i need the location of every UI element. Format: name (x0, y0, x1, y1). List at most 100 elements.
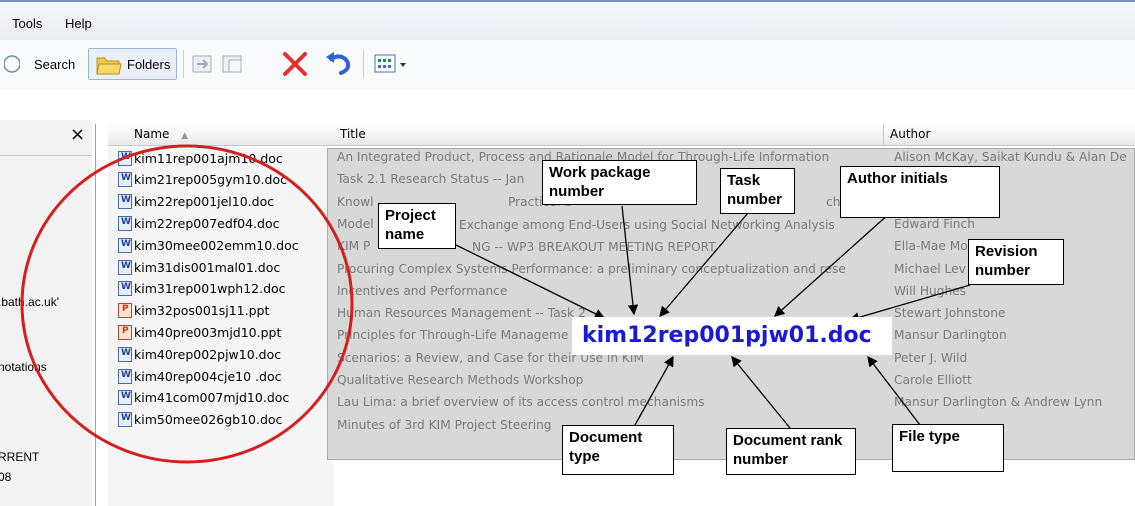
close-icon[interactable]: × (70, 124, 85, 145)
title-fragment: Exchange among End-Users using Social Ne… (459, 218, 835, 232)
toolbar-separator (363, 50, 364, 78)
file-name: kim40rep002pjw10.doc (134, 346, 282, 362)
author-cell: Peter J. Wild (894, 350, 968, 365)
column-author-label: Author (890, 127, 931, 141)
word-document-icon (118, 281, 132, 297)
author-cell: Mansur Darlington (894, 328, 1007, 343)
author-cell: Edward Finch (894, 216, 975, 231)
column-header-name[interactable]: Name ▲ (108, 124, 338, 146)
file-row[interactable]: kim41com007mjd10.doc (118, 388, 289, 408)
callout-rank: Document rank number (726, 428, 856, 475)
word-document-icon (118, 259, 132, 275)
views-icon (374, 54, 406, 73)
word-document-icon (118, 215, 132, 231)
file-name: kim31rep001wph12.doc (134, 281, 286, 297)
column-header-title[interactable]: Title (334, 124, 884, 146)
undo-icon (326, 52, 351, 75)
file-row[interactable]: kim40rep002pjw10.doc (118, 344, 281, 364)
callout-document-type: Document type (562, 425, 674, 475)
undo-button[interactable] (323, 48, 353, 80)
author-cell: Mansur Darlington & Andrew Lynn (894, 395, 1103, 410)
callout-work-package: Work package number (542, 160, 697, 205)
left-pane-text: notations (0, 360, 47, 374)
word-document-icon (118, 237, 132, 253)
author-cell: Carole Elliott (894, 373, 972, 387)
menu-bar: Tools Help (0, 0, 1135, 40)
title-cell: Incentives and Performance (337, 283, 508, 298)
delete-icon (283, 52, 307, 76)
file-row[interactable]: kim31rep001wph12.doc (118, 279, 286, 299)
callout-revision: Revision number (968, 239, 1064, 285)
author-cell: Stewart Johnstone (894, 306, 1006, 321)
menu-help[interactable]: Help (65, 16, 92, 31)
author-cell: Alison McKay, Saikat Kundu & Alan De (894, 150, 1127, 164)
chevron-down-icon (400, 63, 406, 67)
word-document-icon (118, 172, 132, 188)
callout-file-type: File type (892, 424, 1004, 472)
file-name: kim21rep005gym10.doc (134, 172, 287, 188)
callout-project: Project name (378, 203, 456, 249)
file-row[interactable]: kim40pre003mjd10.ppt (118, 322, 281, 342)
column-name-label: Name (134, 127, 170, 141)
left-pane-text: 08 (0, 470, 12, 484)
title-cell: Lau Lima: a brief overview of its access… (337, 395, 705, 410)
file-name: kim31dis001mal01.doc (134, 259, 281, 275)
file-row[interactable]: kim40rep004cje10 .doc (118, 366, 282, 386)
search-button[interactable]: Search (4, 48, 75, 80)
delete-button[interactable] (280, 48, 310, 80)
title-cell: Model (337, 216, 374, 231)
author-cell: Will Hughes (894, 283, 967, 298)
move-to-button[interactable] (190, 48, 216, 80)
folders-label: Folders (127, 56, 171, 72)
title-fragment: ch (826, 195, 841, 209)
callout-task: Task number (720, 168, 795, 214)
word-document-icon (118, 390, 132, 406)
file-row[interactable]: kim21rep005gym10.doc (118, 170, 287, 190)
file-name: kim22rep001jel10.doc (134, 194, 275, 210)
title-cell: Knowl (337, 194, 374, 209)
left-pane-text: .bath.ac.uk' (0, 295, 59, 309)
file-row[interactable]: kim11rep001ajm10.doc (118, 148, 283, 168)
title-cell: KIM P (337, 239, 371, 254)
views-button[interactable] (372, 48, 410, 80)
file-row[interactable]: kim50mee026gb10.doc (118, 410, 282, 430)
column-title-label: Title (340, 127, 366, 141)
word-document-icon (118, 346, 132, 362)
copy-to-button[interactable] (220, 48, 246, 80)
file-row[interactable]: kim32pos001sj11.ppt (118, 301, 269, 321)
left-pane: × .bath.ac.uk' notations RRENT 08 (0, 120, 92, 506)
file-name: kim22rep007edf04.doc (134, 215, 280, 231)
file-row[interactable]: kim22rep001jel10.doc (118, 192, 274, 212)
sort-ascending-icon: ▲ (181, 131, 189, 141)
file-name-column: kim11rep001ajm10.doc kim21rep005gym10.doc… (108, 148, 333, 506)
title-cell: Qualitative Research Methods Workshop (337, 373, 584, 387)
column-header-author[interactable]: Author (884, 124, 1135, 146)
folders-button[interactable]: Folders (88, 48, 178, 80)
powerpoint-file-icon (118, 324, 132, 340)
menu-tools[interactable]: Tools (12, 16, 42, 31)
file-row[interactable]: kim31dis001mal01.doc (118, 257, 280, 277)
title-cell: Procuring Complex Systems Performance: a… (337, 261, 846, 276)
file-row[interactable]: kim30mee002emm10.doc (118, 235, 299, 255)
left-pane-text: RRENT (0, 450, 40, 464)
word-document-icon (118, 194, 132, 210)
file-name: kim32pos001sj11.ppt (134, 303, 270, 319)
title-cell: Human Resources Management -- Task 2 (337, 306, 586, 321)
title-cell: Task 2.1 Research Status -- Jan (337, 172, 525, 187)
left-pane-header: × (0, 120, 92, 156)
file-name: kim40pre003mjd10.ppt (134, 324, 282, 340)
file-name: kim50mee026gb10.doc (134, 412, 283, 428)
title-cell: Minutes of 3rd KIM Project Steering (337, 417, 552, 432)
file-name: kim41com007mjd10.doc (134, 390, 290, 406)
author-cell: Michael Lev (894, 261, 966, 276)
file-name: kim11rep001ajm10.doc (134, 150, 283, 166)
folder-icon (96, 57, 122, 75)
powerpoint-file-icon (118, 303, 132, 319)
author-cell: Ella-Mae Mo (894, 239, 968, 254)
file-row[interactable]: kim22rep007edf04.doc (118, 213, 280, 233)
search-label: Search (34, 56, 76, 72)
toolbar-separator (183, 50, 184, 78)
title-cell: Principles for Through-Life Manageme (337, 328, 569, 343)
toolbar: Search Folders (0, 40, 1135, 90)
file-name: kim30mee002emm10.doc (134, 237, 299, 253)
